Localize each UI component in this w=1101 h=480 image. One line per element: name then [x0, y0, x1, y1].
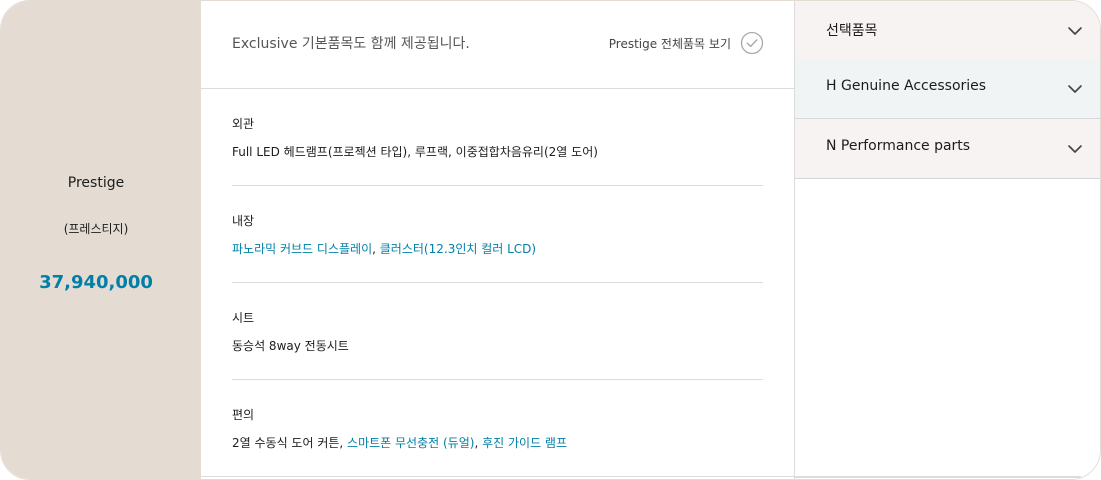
spec-separator: ,	[372, 242, 380, 256]
trim-price: 37,940,000	[39, 272, 153, 293]
spec-item-link[interactable]: 후진 가이드 램프	[482, 436, 567, 450]
divider	[794, 476, 1081, 478]
spec-section-convenience: 편의 2열 수동식 도어 커튼, 스마트폰 무선충전 (듀얼), 후진 가이드 …	[232, 380, 763, 477]
chevron-down-icon	[1068, 145, 1082, 153]
spec-items: Full LED 헤드램프(프로젝션 타입), 루프랙, 이중접합차음유리(2열…	[232, 143, 598, 160]
spec-items: 동승석 8way 전동시트	[232, 337, 349, 354]
chevron-down-icon	[1068, 85, 1082, 93]
accordion-label: H Genuine Accessories	[826, 78, 987, 94]
basic-items-header: Exclusive 기본품목도 함께 제공됩니다. Prestige 전체품목 …	[201, 1, 794, 89]
trim-name: Prestige	[67, 175, 125, 191]
view-all-items-label: Prestige 전체품목 보기	[608, 36, 731, 51]
spec-item-link[interactable]: 파노라믹 커브드 디스플레이	[232, 242, 372, 256]
option-accordion: 선택품목 H Genuine Accessories N Performance…	[794, 1, 1100, 479]
trim-subtitle: (프레스티지)	[63, 222, 129, 236]
accordion-option-items[interactable]: 선택품목	[795, 1, 1100, 61]
spec-item: 동승석 8way 전동시트	[232, 339, 349, 353]
basic-items-description: Exclusive 기본품목도 함께 제공됩니다.	[232, 36, 470, 52]
view-all-items-button[interactable]: Prestige 전체품목 보기	[609, 31, 764, 55]
accordion-label: 선택품목	[826, 23, 878, 39]
spec-separator: ,	[339, 436, 348, 450]
spec-title: 시트	[232, 311, 255, 325]
check-circle-icon	[740, 31, 764, 55]
accordion-h-genuine-accessories[interactable]: H Genuine Accessories	[795, 59, 1100, 119]
spec-section-seat: 시트 동승석 8way 전동시트	[232, 283, 763, 380]
spec-separator: ,	[448, 145, 456, 159]
spec-title: 외관	[232, 117, 255, 131]
basic-items-panel: Exclusive 기본품목도 함께 제공됩니다. Prestige 전체품목 …	[201, 1, 794, 477]
spec-item: Full LED 헤드램프(프로젝션 타입)	[232, 145, 408, 159]
spec-title: 내장	[232, 214, 255, 228]
trim-compare-card: Prestige (프레스티지) 37,940,000 Exclusive 기본…	[0, 0, 1101, 480]
spec-title: 편의	[232, 408, 255, 422]
spec-separator: ,	[474, 436, 483, 450]
spec-item: 이중접합차음유리(2열 도어)	[455, 145, 598, 159]
accordion-label: N Performance parts	[826, 138, 971, 154]
spec-separator: ,	[407, 145, 415, 159]
trim-summary-panel: Prestige (프레스티지) 37,940,000	[1, 1, 201, 479]
spec-item: 루프랙	[414, 145, 449, 159]
spec-items: 파노라믹 커브드 디스플레이, 클러스터(12.3인치 컬러 LCD)	[232, 240, 536, 257]
spec-item: 2열 수동식 도어 커튼	[232, 436, 340, 450]
accordion-n-performance-parts[interactable]: N Performance parts	[795, 119, 1100, 179]
spec-section-exterior: 외관 Full LED 헤드램프(프로젝션 타입), 루프랙, 이중접합차음유리…	[232, 89, 763, 186]
spec-item-link[interactable]: 클러스터(12.3인치 컬러 LCD)	[380, 242, 536, 256]
spec-items: 2열 수동식 도어 커튼, 스마트폰 무선충전 (듀얼), 후진 가이드 램프	[232, 434, 567, 451]
divider	[201, 476, 794, 477]
chevron-down-icon	[1068, 27, 1082, 35]
spec-item-link[interactable]: 스마트폰 무선충전 (듀얼)	[347, 436, 474, 450]
spec-section-interior: 내장 파노라믹 커브드 디스플레이, 클러스터(12.3인치 컬러 LCD)	[232, 186, 763, 283]
